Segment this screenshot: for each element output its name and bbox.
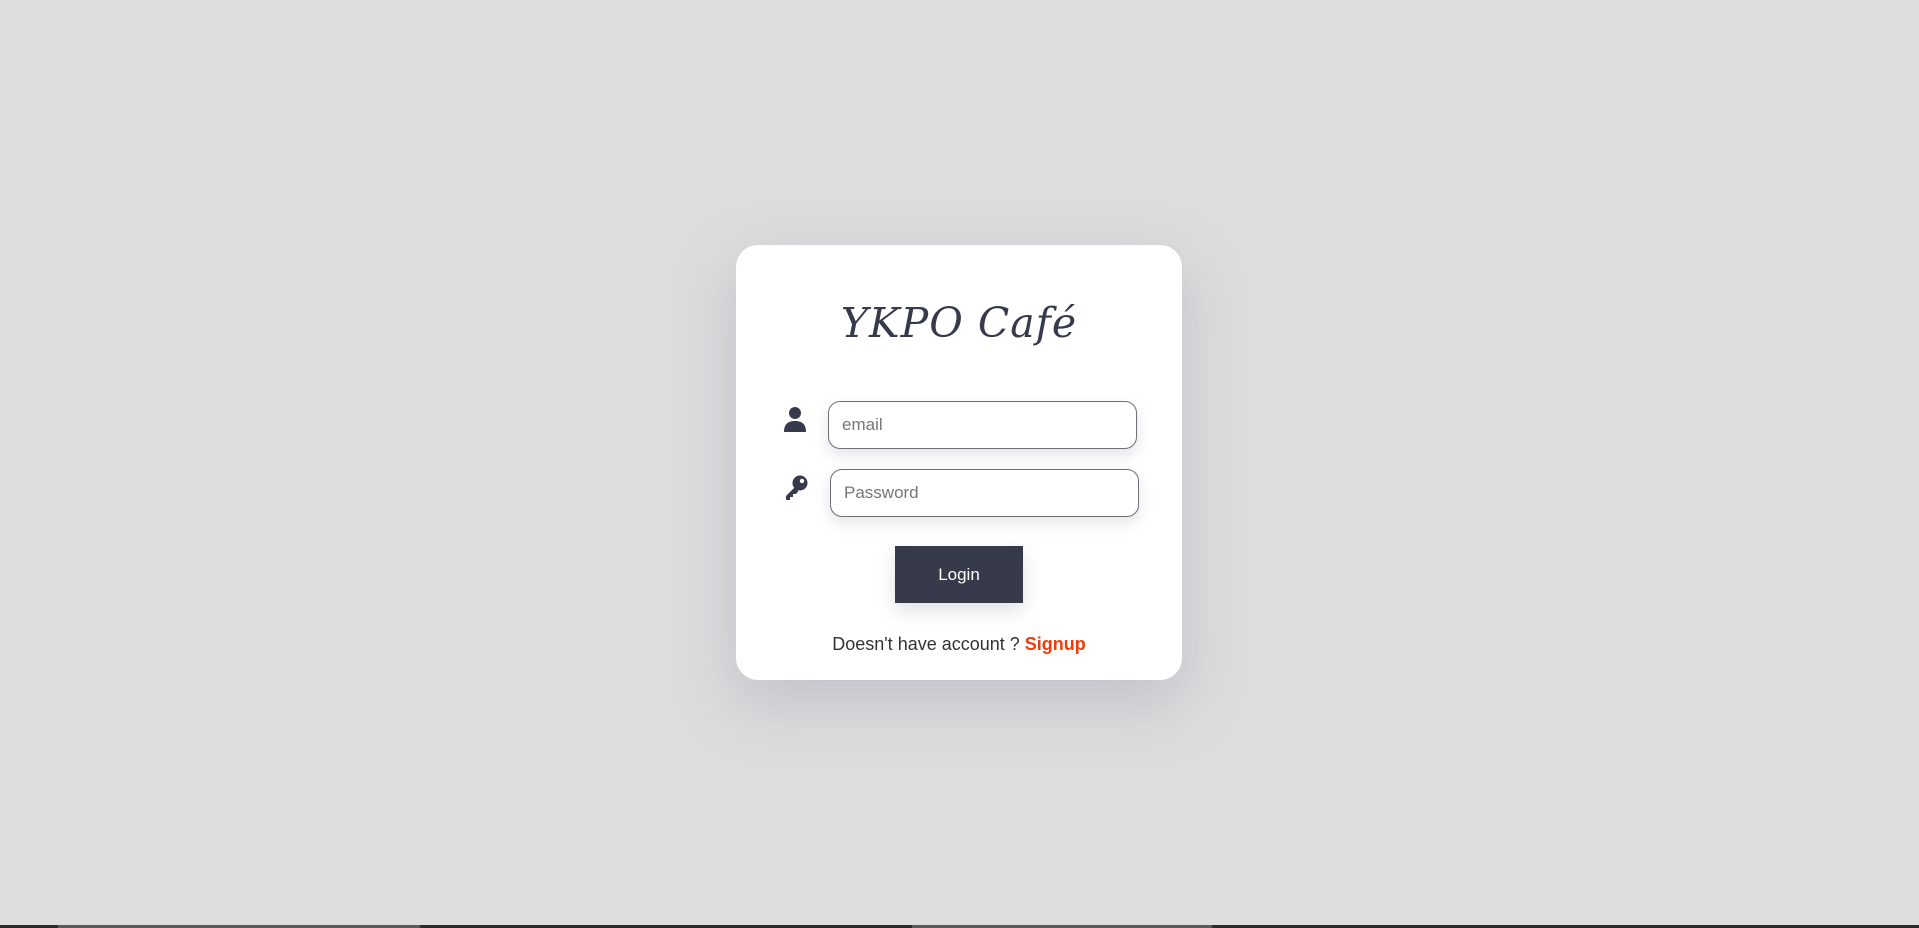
signup-prompt: Doesn't have account ? xyxy=(832,634,1025,654)
password-input[interactable] xyxy=(830,469,1139,517)
user-icon xyxy=(783,406,807,434)
signup-line: Doesn't have account ? Signup xyxy=(736,634,1182,655)
password-row xyxy=(783,469,1143,519)
login-card: YKPO Café Login Doesn't have xyxy=(736,245,1182,680)
key-icon xyxy=(783,474,808,502)
email-row xyxy=(783,401,1143,451)
page-background: YKPO Café Login Doesn't have xyxy=(0,0,1919,928)
signup-link[interactable]: Signup xyxy=(1025,634,1086,654)
login-button[interactable]: Login xyxy=(895,546,1023,603)
brand-title: YKPO Café xyxy=(840,299,1078,347)
email-input[interactable] xyxy=(828,401,1137,449)
